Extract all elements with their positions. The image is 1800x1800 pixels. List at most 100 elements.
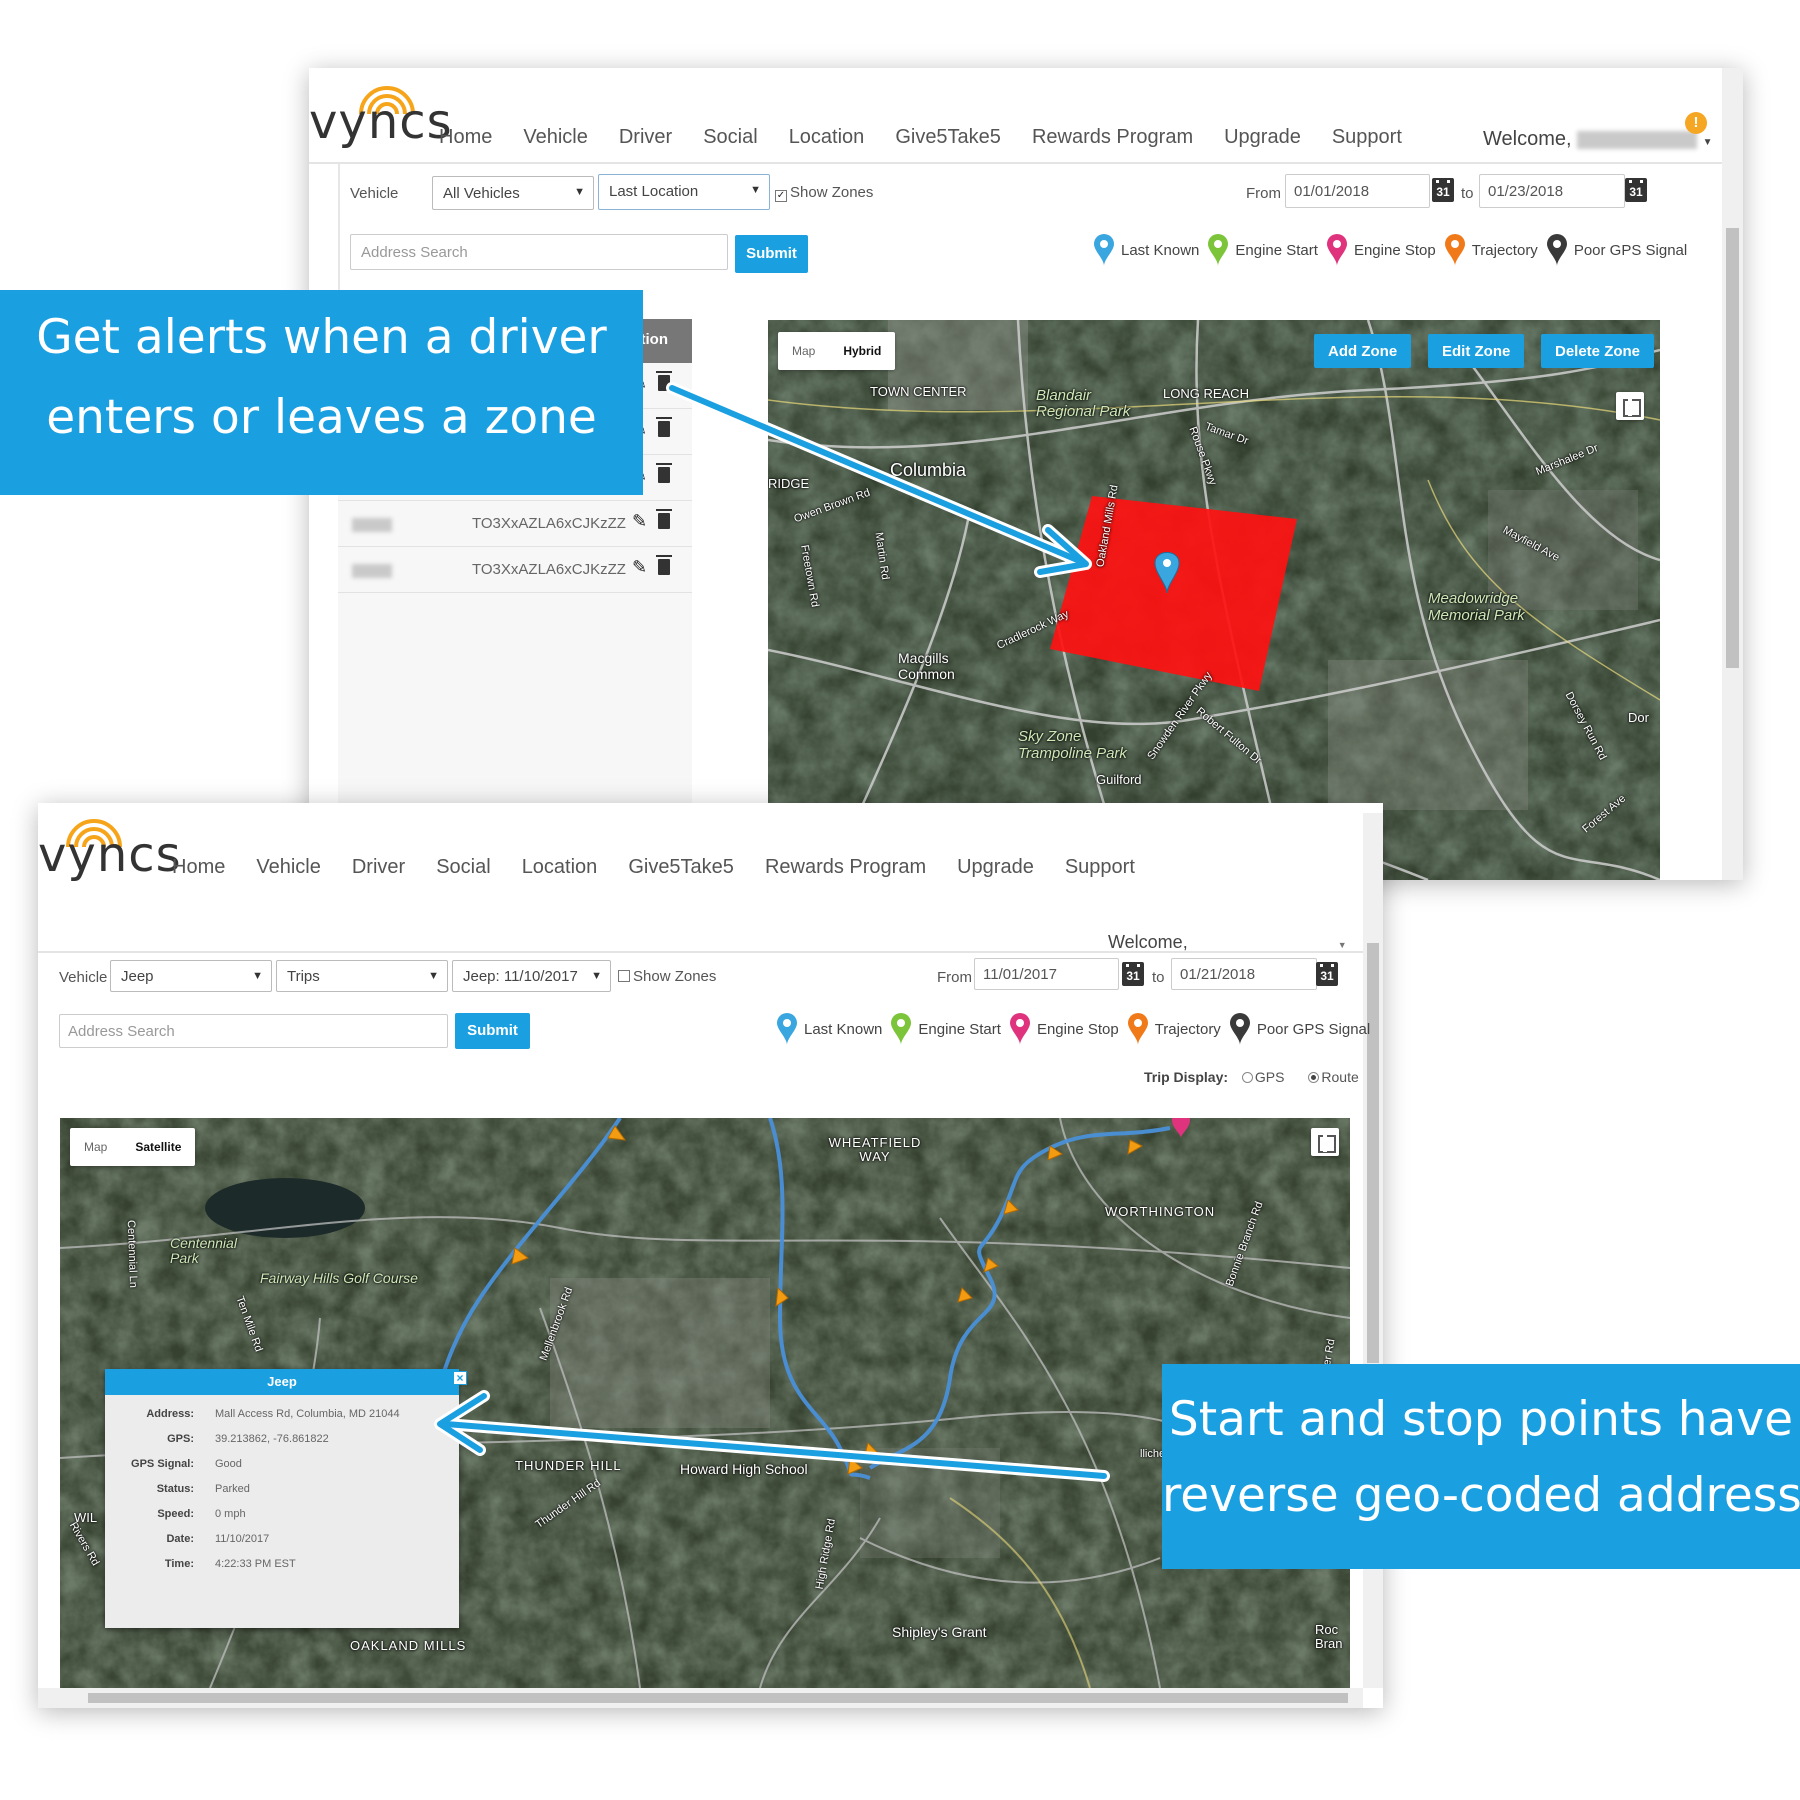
nav-item-give5take5[interactable]: Give5Take5: [895, 126, 1001, 149]
map-label: LONG REACH: [1163, 386, 1249, 401]
map-pin-icon: [1444, 234, 1465, 266]
to-date-input[interactable]: 01/21/2018: [1171, 958, 1317, 990]
redacted-username: [1577, 130, 1698, 149]
from-date-input[interactable]: 11/01/2017: [974, 958, 1119, 990]
submit-button[interactable]: Submit: [735, 235, 808, 273]
edit-zone-button[interactable]: Edit Zone: [1428, 334, 1525, 368]
map-pin-icon: [1208, 234, 1229, 266]
popup-key: Status:: [156, 1483, 194, 1495]
trip-display-gps-radio[interactable]: GPS: [1241, 1069, 1285, 1085]
from-date-input[interactable]: 01/01/2018: [1285, 174, 1430, 208]
page-scrollbar[interactable]: [1722, 68, 1743, 880]
welcome-text[interactable]: Welcome, ▼: [1483, 128, 1713, 151]
nav-item-home[interactable]: Home: [439, 126, 492, 149]
vehicle-select[interactable]: All Vehicles ▼: [432, 176, 594, 210]
logo-text: vyncs: [309, 94, 453, 150]
edit-icon[interactable]: ✎: [632, 557, 647, 578]
address-search-input[interactable]: Address Search: [350, 234, 728, 270]
nav-item-social[interactable]: Social: [436, 856, 490, 879]
submit-button[interactable]: Submit: [455, 1013, 530, 1049]
add-zone-button[interactable]: Add Zone: [1314, 334, 1412, 368]
trip-display-control: Trip Display: GPS Route: [1144, 1069, 1359, 1085]
map-label: WIL: [74, 1510, 98, 1525]
show-zones-checkbox[interactable]: Show Zones: [618, 968, 716, 985]
legend-item: Trajectory: [1127, 1012, 1221, 1046]
trash-icon[interactable]: [656, 509, 672, 529]
nav-item-rewards-program[interactable]: Rewards Program: [765, 856, 926, 879]
chevron-down-icon[interactable]: ▼: [1703, 137, 1713, 148]
map-label: Guilford: [1096, 772, 1142, 787]
nav-item-vehicle[interactable]: Vehicle: [256, 856, 321, 879]
popup-row: Address: Mall Access Rd, Columbia, MD 210…: [105, 1408, 459, 1426]
address-search-placeholder: Address Search: [361, 244, 468, 261]
edit-icon[interactable]: ✎: [632, 511, 647, 532]
calendar-icon[interactable]: 31: [1122, 962, 1144, 986]
trash-icon[interactable]: [656, 371, 672, 391]
trash-icon[interactable]: [656, 555, 672, 575]
nav-item-upgrade[interactable]: Upgrade: [957, 856, 1034, 879]
zone-row[interactable]: TO3XxAZLA6xCJKzZZ ✎: [338, 501, 692, 547]
zone-row[interactable]: TO3XxAZLA6xCJKzZZ ✎: [338, 547, 692, 593]
horizontal-scrollbar[interactable]: [38, 1688, 1363, 1708]
delete-zone-button[interactable]: Delete Zone: [1541, 334, 1655, 368]
nav-item-social[interactable]: Social: [703, 126, 757, 149]
nav-item-give5take5[interactable]: Give5Take5: [628, 856, 734, 879]
main-menu: Home Vehicle Driver Social Location Give5Take…: [172, 856, 1135, 879]
trip-display-route-radio[interactable]: Route: [1308, 1069, 1359, 1085]
nav-item-upgrade[interactable]: Upgrade: [1224, 126, 1301, 149]
calendar-icon[interactable]: 31: [1432, 178, 1454, 202]
from-date-value: 01/01/2018: [1294, 183, 1370, 200]
vyncs-logo[interactable]: vyncs: [38, 803, 181, 895]
trip-display-label: Trip Display:: [1144, 1069, 1229, 1085]
scrollbar-thumb[interactable]: [1367, 943, 1379, 1363]
map-pin-icon: [1009, 1013, 1030, 1045]
map-type-hybrid[interactable]: Hybrid: [829, 332, 895, 370]
trip-select[interactable]: Jeep: 11/10/2017 ▼: [452, 960, 611, 992]
nav-item-support[interactable]: Support: [1065, 856, 1135, 879]
nav-item-home[interactable]: Home: [172, 856, 225, 879]
nav-item-rewards-program[interactable]: Rewards Program: [1032, 126, 1193, 149]
address-search-input[interactable]: Address Search: [59, 1014, 448, 1048]
map-type-map[interactable]: Map: [778, 332, 829, 370]
fullscreen-icon[interactable]: [1616, 392, 1644, 420]
legend-item: Engine Stop: [1009, 1012, 1119, 1046]
popup-value: 39.213862, -76.861822: [215, 1433, 329, 1445]
redacted-username: [1192, 932, 1333, 948]
to-date-input[interactable]: 01/23/2018: [1479, 174, 1625, 208]
trash-icon[interactable]: [656, 463, 672, 483]
welcome-text[interactable]: Welcome, ▼: [1108, 932, 1347, 953]
chevron-down-icon: ▼: [574, 186, 585, 198]
legend-item: Engine Stop: [1326, 233, 1436, 267]
popup-key: GPS:: [167, 1433, 194, 1445]
trash-icon[interactable]: [656, 417, 672, 437]
nav-item-location[interactable]: Location: [789, 126, 865, 149]
vyncs-logo[interactable]: vyncs: [309, 70, 452, 162]
map-label: Howard High School: [680, 1461, 808, 1477]
scrollbar-thumb[interactable]: [1726, 228, 1739, 668]
mode-select[interactable]: Trips ▼: [276, 960, 448, 992]
mode-select[interactable]: Last Location ▼: [598, 174, 770, 210]
show-zones-checkbox[interactable]: ✓ Show Zones: [775, 184, 873, 202]
map-pin-icon: [1127, 1013, 1148, 1045]
close-icon[interactable]: ×: [453, 1371, 467, 1385]
nav-item-vehicle[interactable]: Vehicle: [523, 126, 588, 149]
legend-item: Last Known: [1093, 233, 1199, 267]
calendar-icon[interactable]: 31: [1625, 178, 1647, 202]
alert-icon[interactable]: !: [1685, 112, 1707, 134]
nav-item-driver[interactable]: Driver: [619, 126, 672, 149]
vehicle-select[interactable]: Jeep ▼: [110, 960, 272, 992]
map-type-satellite[interactable]: Satellite: [121, 1128, 195, 1166]
nav-item-support[interactable]: Support: [1332, 126, 1402, 149]
chevron-down-icon: ▼: [252, 970, 263, 982]
popup-row: Speed: 0 mph: [105, 1508, 459, 1526]
calendar-icon[interactable]: 31: [1316, 962, 1338, 986]
scrollbar-thumb[interactable]: [88, 1693, 1348, 1703]
map-type-map[interactable]: Map: [70, 1128, 121, 1166]
zone-map[interactable]: Map Hybrid Add Zone Edit Zone Delete Zon…: [768, 320, 1660, 880]
map-label: OAKLAND MILLS: [350, 1638, 467, 1653]
nav-item-location[interactable]: Location: [522, 856, 598, 879]
nav-item-driver[interactable]: Driver: [352, 856, 405, 879]
popup-key: Speed:: [157, 1508, 194, 1520]
fullscreen-icon[interactable]: [1311, 1128, 1339, 1156]
chevron-down-icon[interactable]: ▼: [1338, 940, 1347, 950]
